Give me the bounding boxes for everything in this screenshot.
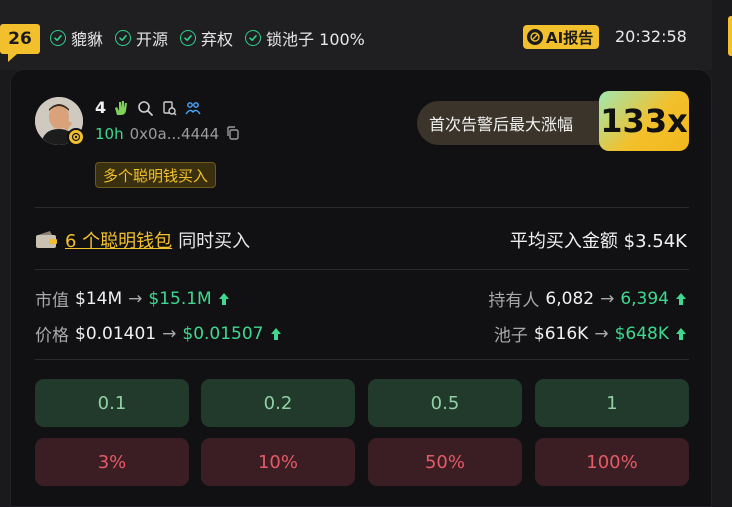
holders-stat: 持有人 6,082 → 6,394 [488, 286, 687, 311]
up-arrow-icon [218, 292, 229, 305]
buy-button-0-1[interactable]: 0.1 [35, 379, 189, 427]
up-arrow-icon [676, 327, 686, 340]
stat-from: $14M [75, 288, 123, 309]
stat-label: 池子 [493, 326, 528, 346]
stat-label: 市值 [35, 291, 69, 311]
holder-count: 4 [95, 98, 107, 117]
token-age: 10h [95, 125, 124, 143]
copy-icon[interactable] [225, 125, 243, 143]
divider [35, 207, 689, 208]
price-stat: 价格 $0.01401 → $0.01507 [35, 321, 282, 346]
up-arrow-icon [676, 292, 686, 305]
divider [35, 359, 689, 360]
wallet-icon [35, 230, 59, 250]
smart-money-tag: 多个聪明钱买入 [95, 162, 217, 188]
stat-to: $648K [614, 323, 669, 344]
check-lp-locked: 锁池子 100% [245, 26, 365, 50]
verified-badge-icon [67, 128, 85, 146]
community-icon[interactable] [184, 99, 202, 117]
stat-from: $616K [533, 323, 589, 344]
avg-buy-amount: 平均买入金额 $3.54K [510, 227, 687, 253]
search-icon[interactable] [136, 99, 154, 117]
alert-header: 26 貔貅 开源 弃权 锁池子 100% AI报告 20:32:58 [0, 0, 712, 70]
contract-address[interactable]: 0x0a...4444 [130, 125, 220, 143]
arrow: → [594, 323, 609, 344]
contract-scan-icon[interactable] [160, 99, 178, 117]
stat-to: $15.1M [148, 288, 212, 309]
stat-label: 价格 [35, 326, 69, 346]
up-arrow-icon [270, 327, 281, 340]
token-info-row: 10h 0x0a...4444 [95, 125, 243, 143]
check-label: 锁池子 100% [266, 30, 365, 49]
arrow: → [600, 288, 615, 309]
security-checks: 貔貅 开源 弃权 锁池子 100% [50, 26, 365, 50]
sell-button-10pct[interactable]: 10% [201, 438, 355, 486]
check-open-source: 开源 [115, 26, 168, 50]
smart-money-summary: 6 个聪明钱包 同时买入 [35, 227, 250, 253]
stat-from: $0.01401 [75, 323, 157, 344]
stat-to: $0.01507 [182, 323, 264, 344]
buy-button-0-2[interactable]: 0.2 [201, 379, 355, 427]
buy-button-0-5[interactable]: 0.5 [368, 379, 522, 427]
avg-buy-label: 平均买入金额 [509, 231, 618, 252]
sell-button-3pct[interactable]: 3% [35, 438, 189, 486]
stat-from: 6,082 [545, 288, 595, 309]
check-label: 貔貅 [71, 30, 104, 49]
token-meta: 4 [95, 98, 202, 117]
alert-card: 4 10h 0x0a...4444 多个聪明钱买入 首次告警后最大涨幅 133x… [10, 69, 712, 507]
gain-value: 133x [599, 91, 689, 151]
ai-report-button[interactable]: AI报告 [523, 25, 600, 49]
buy-simultaneous-label: 同时买入 [178, 231, 251, 252]
stat-label: 持有人 [488, 291, 540, 311]
divider [35, 269, 689, 270]
sell-button-100pct[interactable]: 100% [535, 438, 689, 486]
hand-icon [112, 99, 130, 117]
ai-report-label: AI报告 [546, 28, 594, 47]
check-honeypot: 貔貅 [50, 26, 103, 50]
alert-time: 20:32:58 [615, 27, 687, 46]
buy-button-1[interactable]: 1 [535, 379, 689, 427]
stat-to: 6,394 [620, 288, 669, 309]
check-circle-icon [245, 30, 262, 46]
rank-badge: 26 [0, 24, 40, 62]
check-label: 开源 [136, 30, 169, 49]
gain-label: 首次告警后最大涨幅 [417, 101, 607, 145]
check-label: 弃权 [201, 30, 234, 49]
market-cap-stat: 市值 $14M → $15.1M [35, 286, 230, 311]
sell-button-50pct[interactable]: 50% [368, 438, 522, 486]
check-circle-icon [50, 30, 66, 46]
next-card-edge [728, 16, 732, 56]
pool-stat: 池子 $616K → $648K [494, 321, 687, 346]
arrow: → [128, 288, 143, 309]
smart-wallets-link[interactable]: 6 个聪明钱包 [65, 227, 172, 253]
check-renounced: 弃权 [180, 26, 233, 50]
ai-icon [527, 29, 543, 45]
arrow: → [162, 323, 177, 344]
check-circle-icon [180, 30, 197, 46]
avg-buy-value: $3.54K [623, 231, 687, 252]
check-circle-icon [115, 30, 132, 46]
